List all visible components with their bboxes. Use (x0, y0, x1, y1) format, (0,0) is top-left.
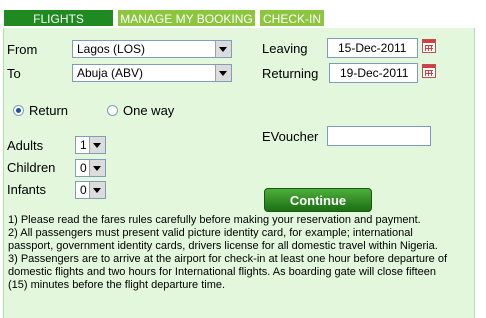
tab-check-in[interactable]: CHECK-IN (259, 9, 325, 27)
returning-date-input[interactable]: 19-Dec-2011 (329, 63, 418, 83)
from-select[interactable]: Lagos (LOS) (72, 40, 232, 58)
leaving-date-input[interactable]: 15-Dec-2011 (327, 38, 418, 58)
infants-select[interactable]: 0 (75, 181, 106, 199)
adults-select[interactable]: 1 (75, 136, 106, 154)
adults-label: Adults (7, 138, 44, 153)
adults-select-value: 1 (80, 138, 87, 152)
continue-button[interactable]: Continue (264, 188, 372, 212)
from-select-value: Lagos (LOS) (77, 42, 146, 56)
chevron-down-icon (89, 137, 105, 153)
returning-label: Returning (262, 66, 319, 81)
leaving-label: Leaving (262, 41, 308, 56)
one-way-radio-label: One way (123, 103, 175, 118)
from-label: From (7, 42, 38, 57)
chevron-down-icon (215, 41, 231, 57)
tab-manage-my-booking[interactable]: MANAGE MY BOOKING (117, 9, 256, 27)
to-select-value: Abuja (ABV) (77, 66, 144, 80)
returning-calendar-icon[interactable] (422, 64, 436, 78)
leaving-calendar-icon[interactable] (422, 39, 436, 53)
children-select-value: 0 (80, 161, 87, 175)
one-way-radio[interactable] (107, 105, 118, 116)
return-radio[interactable] (13, 105, 24, 116)
children-select[interactable]: 0 (75, 159, 106, 177)
chevron-down-icon (215, 65, 231, 81)
evoucher-input[interactable] (327, 126, 431, 146)
booking-panel: From Lagos (LOS) To Abuja (ABV) Leaving … (3, 28, 475, 318)
chevron-down-icon (89, 182, 105, 198)
fare-notes: 1) Please read the fares rules carefully… (8, 214, 458, 292)
note-2: 2) All passengers must present valid pic… (8, 227, 438, 252)
to-label: To (7, 66, 21, 81)
note-1: 1) Please read the fares rules carefully… (8, 214, 421, 226)
tab-flights-booking[interactable]: FLIGHTS BOOKING (3, 9, 114, 44)
to-select[interactable]: Abuja (ABV) (72, 64, 232, 82)
chevron-down-icon (89, 160, 105, 176)
evoucher-label: EVoucher (262, 129, 319, 144)
children-label: Children (7, 160, 56, 175)
infants-label: Infants (7, 182, 47, 197)
note-3: 3) Passengers are to arrive at the airpo… (8, 253, 448, 291)
infants-select-value: 0 (80, 183, 87, 197)
return-radio-label: Return (29, 103, 69, 118)
